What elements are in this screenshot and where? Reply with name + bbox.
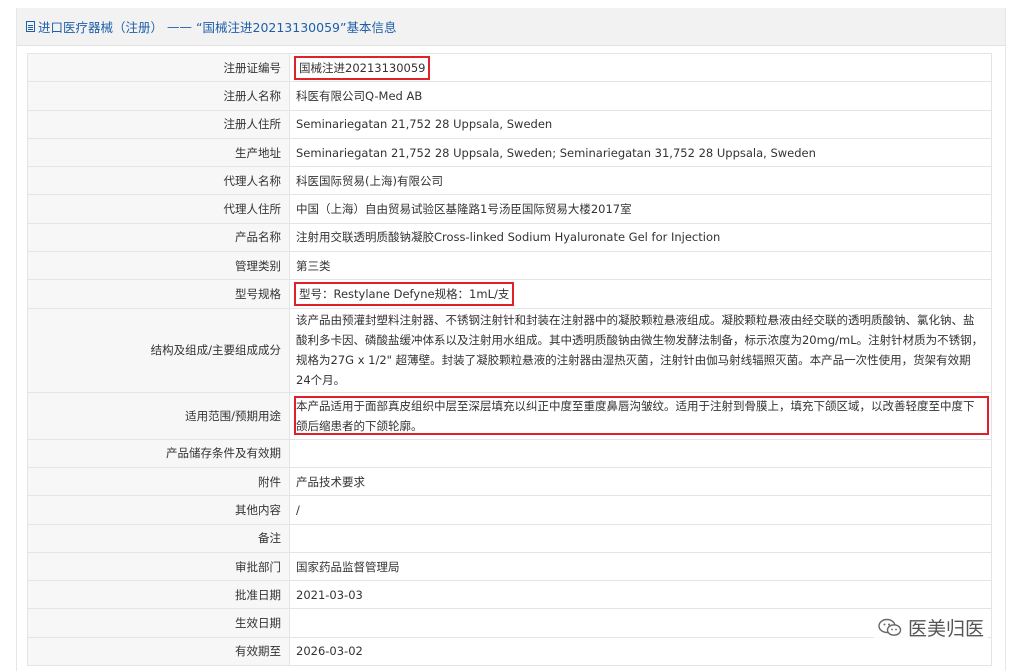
row-value: 中国（上海）自由贸易试验区基隆路1号汤臣国际贸易大楼2017室 xyxy=(289,194,992,224)
row-label: 型号规格 xyxy=(27,279,290,309)
table-row: 产品储存条件及有效期 xyxy=(27,438,992,468)
row-label: 产品储存条件及有效期 xyxy=(27,438,290,468)
row-label: 注册证编号 xyxy=(27,52,290,83)
breadcrumb-separator: —— xyxy=(167,19,193,34)
row-label: 代理人住所 xyxy=(27,194,290,224)
row-label: 批准日期 xyxy=(27,580,290,610)
row-label: 管理类别 xyxy=(27,251,290,281)
row-label: 有效期至 xyxy=(27,636,290,667)
table-row: 注册证编号 国械注进20213130059 xyxy=(27,52,992,83)
table-row: 有效期至 2026-03-02 xyxy=(27,636,992,667)
row-value: 注射用交联透明质酸钠凝胶Cross-linked Sodium Hyaluron… xyxy=(289,222,992,253)
detail-panel: 进口医疗器械（注册） —— “国械注进20213130059”基本信息 注册证编… xyxy=(16,8,1006,671)
row-value: 2021-03-03 xyxy=(289,580,992,610)
row-label: 结构及组成/主要组成成分 xyxy=(27,307,290,393)
row-label: 备注 xyxy=(27,523,290,553)
table-row: 代理人名称 科医国际贸易(上海)有限公司 xyxy=(27,166,992,196)
row-label: 适用范围/预期用途 xyxy=(27,391,290,440)
row-value: 该产品由预灌封塑料注射器、不锈钢注射针和封装在注射器中的凝胶颗粒悬液组成。凝胶颗… xyxy=(289,307,992,393)
table-row: 备注 xyxy=(27,523,992,553)
highlight-box: 国械注进20213130059 xyxy=(293,55,431,80)
row-value: / xyxy=(289,495,992,525)
row-label: 审批部门 xyxy=(27,551,290,582)
wechat-icon xyxy=(878,618,902,636)
page-header: 进口医疗器械（注册） —— “国械注进20213130059”基本信息 xyxy=(17,8,1005,46)
highlight-box: 型号：Restylane Defyne规格：1mL/支 xyxy=(293,282,515,307)
row-value xyxy=(289,438,992,468)
info-table: 注册证编号 国械注进20213130059 注册人名称 科医有限公司Q-Med … xyxy=(27,52,992,667)
document-icon xyxy=(26,21,35,32)
watermark: 医美归医 xyxy=(873,612,988,643)
row-value xyxy=(289,523,992,553)
table-row: 注册人名称 科医有限公司Q-Med AB xyxy=(27,81,992,111)
row-label: 产品名称 xyxy=(27,222,290,253)
row-value: 型号：Restylane Defyne规格：1mL/支 xyxy=(289,279,992,309)
row-value: Seminariegatan 21,752 28 Uppsala, Sweden xyxy=(289,109,992,139)
table-row: 其他内容 / xyxy=(27,495,992,525)
row-value: Seminariegatan 21,752 28 Uppsala, Sweden… xyxy=(289,137,992,168)
row-label: 代理人名称 xyxy=(27,166,290,196)
row-value: 科医有限公司Q-Med AB xyxy=(289,81,992,111)
table-row: 生产地址 Seminariegatan 21,752 28 Uppsala, S… xyxy=(27,137,992,168)
table-row: 型号规格 型号：Restylane Defyne规格：1mL/支 xyxy=(27,279,992,309)
watermark-text: 医美归医 xyxy=(907,618,984,640)
breadcrumb[interactable]: 进口医疗器械（注册） xyxy=(38,17,163,36)
row-label: 生产地址 xyxy=(27,137,290,168)
row-value: 国家药品监督管理局 xyxy=(289,551,992,582)
table-row: 审批部门 国家药品监督管理局 xyxy=(27,551,992,582)
table-row: 批准日期 2021-03-03 xyxy=(27,580,992,610)
row-value[interactable]: 产品技术要求 xyxy=(289,466,992,497)
row-value: 国械注进20213130059 xyxy=(289,52,992,83)
table-row: 管理类别 第三类 xyxy=(27,251,992,281)
table-row: 注册人住所 Seminariegatan 21,752 28 Uppsala, … xyxy=(27,109,992,139)
table-row: 产品名称 注射用交联透明质酸钠凝胶Cross-linked Sodium Hya… xyxy=(27,222,992,253)
row-value: 科医国际贸易(上海)有限公司 xyxy=(289,166,992,196)
table-row: 附件 产品技术要求 xyxy=(27,466,992,497)
table-row: 代理人住所 中国（上海）自由贸易试验区基隆路1号汤臣国际贸易大楼2017室 xyxy=(27,194,992,224)
page-title: “国械注进20213130059”基本信息 xyxy=(196,20,397,35)
row-label: 注册人住所 xyxy=(27,109,290,139)
table-row: 结构及组成/主要组成成分 该产品由预灌封塑料注射器、不锈钢注射针和封装在注射器中… xyxy=(27,307,992,393)
row-label: 注册人名称 xyxy=(27,81,290,111)
row-label: 附件 xyxy=(27,466,290,497)
row-value: 第三类 xyxy=(289,251,992,281)
table-row: 生效日期 xyxy=(27,608,992,638)
row-value: 本产品适用于面部真皮组织中层至深层填充以纠正中度至重度鼻唇沟皱纹。适用于注射到骨… xyxy=(289,391,992,440)
row-label: 生效日期 xyxy=(27,608,290,638)
table-row: 适用范围/预期用途 本产品适用于面部真皮组织中层至深层填充以纠正中度至重度鼻唇沟… xyxy=(27,391,992,440)
row-label: 其他内容 xyxy=(27,495,290,525)
